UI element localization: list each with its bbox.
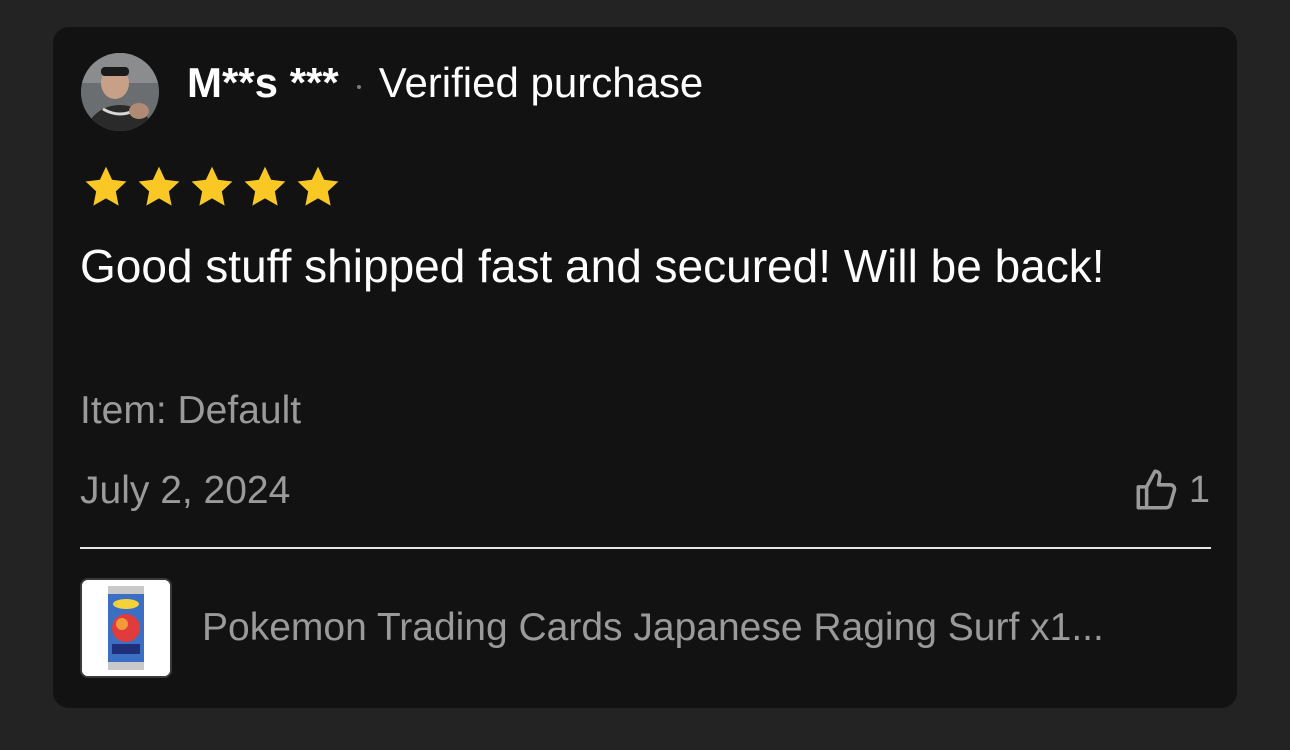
item-variant: Item: Default: [80, 389, 302, 432]
review-body: Good stuff shipped fast and secured! Wil…: [80, 240, 1105, 292]
divider: [80, 547, 1211, 549]
star-rating: [81, 163, 346, 211]
product-thumbnail: [80, 578, 172, 678]
star-icon: [191, 166, 233, 206]
review-date: July 2, 2024: [80, 469, 291, 512]
product-link[interactable]: Pokemon Trading Cards Japanese Raging Su…: [80, 576, 1211, 680]
thumbs-up-icon: [1136, 469, 1177, 510]
review-card: M**s *** Verified purchase Good stuff sh…: [53, 27, 1237, 708]
like-button[interactable]: 1: [1131, 465, 1210, 515]
star-icon: [297, 166, 339, 206]
star-icon: [244, 166, 286, 206]
reviewer-avatar[interactable]: [81, 53, 159, 131]
star-icon: [85, 166, 127, 206]
separator-dot: [356, 85, 361, 89]
review-header: M**s *** Verified purchase: [187, 55, 703, 111]
reviewer-name: M**s ***: [187, 59, 339, 106]
star-icon: [138, 166, 180, 206]
like-count: 1: [1188, 468, 1210, 511]
product-title: Pokemon Trading Cards Japanese Raging Su…: [202, 606, 1104, 649]
verified-purchase-label: Verified purchase: [378, 59, 704, 106]
